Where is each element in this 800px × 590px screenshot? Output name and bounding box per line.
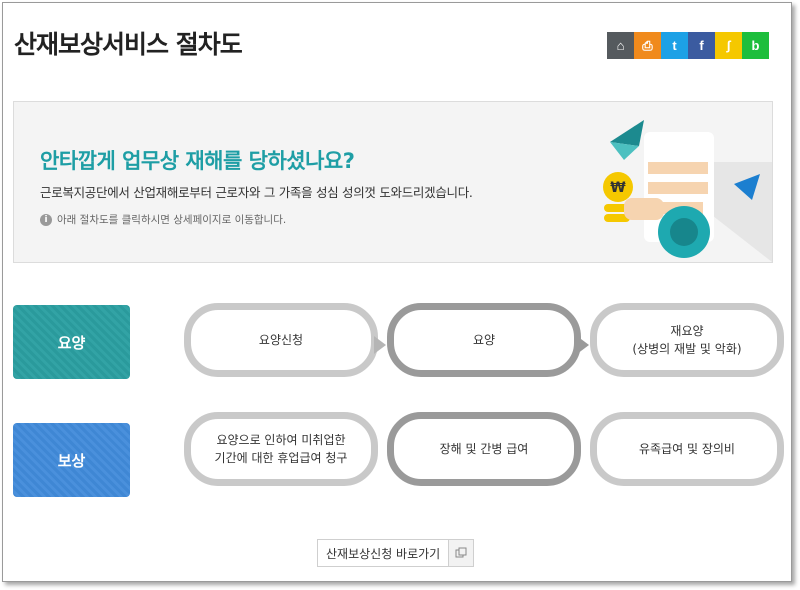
leave-benefit-label-line1: 요양으로 인하여 미취업한 — [216, 433, 346, 447]
leave-benefit-label-line2: 기간에 대한 휴업급여 청구 — [214, 451, 348, 465]
survivor-label: 유족급여 및 장의비 — [639, 442, 735, 456]
leave-benefit-step[interactable]: 요양으로 인하여 미취업한 기간에 대한 휴업급여 청구 — [184, 412, 378, 486]
category-compensation: 보상 — [13, 423, 130, 497]
recare-label: 재요양 (상병의 재발 및 악화) — [632, 322, 741, 358]
facebook-icon[interactable]: f — [688, 32, 715, 59]
banner-title: 안타깝게 업무상 재해를 당하셨나요? — [40, 149, 355, 173]
category-care: 요양 — [13, 305, 130, 379]
care-label: 요양 — [472, 333, 496, 347]
disability-step[interactable]: 장해 및 간병 급여 — [387, 412, 581, 486]
arrow-right-icon — [577, 336, 589, 354]
svg-text:₩: ₩ — [610, 180, 626, 196]
new-window-icon — [448, 540, 474, 566]
recare-label-line2: (상병의 재발 및 악화) — [632, 342, 742, 356]
kakaostory-icon[interactable]: ʃ — [715, 32, 742, 59]
care-apply-label: 요양신청 — [258, 333, 304, 347]
injury-illustration-icon: ₩ — [603, 120, 772, 262]
leave-benefit-label: 요양으로 인하여 미취업한 기간에 대한 휴업급여 청구 — [215, 431, 348, 467]
recare-label-line1: 재요양 — [670, 324, 704, 338]
care-apply-step[interactable]: 요양신청 — [184, 303, 378, 377]
banner-note-text: 아래 절차도를 클릭하시면 상세페이지로 이동합니다. — [57, 214, 287, 226]
banner-subtitle: 근로복지공단에서 산업재해로부터 근로자와 그 가족을 성심 성의껏 도와드리겠… — [40, 185, 473, 200]
twitter-icon[interactable]: t — [661, 32, 688, 59]
disability-label: 장해 및 간병 급여 — [439, 442, 529, 456]
info-icon: i — [40, 213, 52, 226]
page-title: 산재보상서비스 절차도 — [14, 30, 243, 59]
recare-step[interactable]: 재요양 (상병의 재발 및 악화) — [590, 303, 784, 377]
apply-shortcut-button[interactable]: 산재보상신청 바로가기 — [317, 539, 475, 567]
apply-shortcut-label: 산재보상신청 바로가기 — [326, 546, 441, 561]
share-toolbar: ⌂ ⎙ t f ʃ b — [607, 32, 769, 59]
band-icon[interactable]: b — [742, 32, 769, 59]
care-step[interactable]: 요양 — [387, 303, 581, 377]
print-icon[interactable]: ⎙ — [634, 32, 661, 59]
survivor-step[interactable]: 유족급여 및 장의비 — [590, 412, 784, 486]
banner-note: i 아래 절차도를 클릭하시면 상세페이지로 이동합니다. — [40, 212, 286, 227]
home-icon[interactable]: ⌂ — [607, 32, 634, 59]
page-frame: 산재보상서비스 절차도 ⌂ ⎙ t f ʃ b 안타깝게 업무상 재해를 당하셨… — [2, 2, 792, 582]
arrow-right-icon — [374, 336, 386, 354]
intro-banner: 안타깝게 업무상 재해를 당하셨나요? 근로복지공단에서 산업재해로부터 근로자… — [13, 101, 773, 263]
